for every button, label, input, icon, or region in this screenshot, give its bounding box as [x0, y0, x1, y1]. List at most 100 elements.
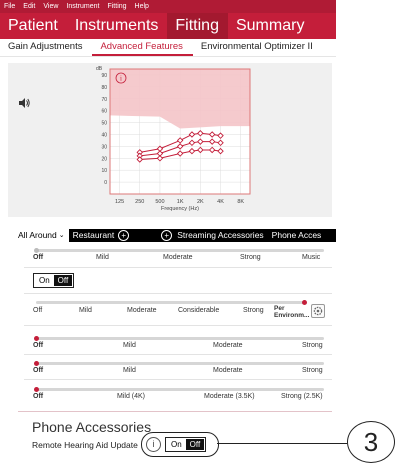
menu-bar: File Edit View Instrument Fitting Help	[0, 0, 336, 13]
slider-4-label-strong: Strong	[302, 367, 323, 374]
y-tick-label: 90	[101, 73, 107, 79]
program-tab-restaurant-label: Restaurant	[72, 230, 115, 240]
feature-toggle-off[interactable]: Off	[53, 275, 73, 286]
x-tick-label: 250	[135, 199, 144, 205]
menu-edit[interactable]: Edit	[19, 0, 39, 13]
menu-fitting[interactable]: Fitting	[103, 0, 130, 13]
slider-1-knob[interactable]	[34, 248, 39, 253]
slider-5-label-moderate: Moderate (3.5K)	[204, 393, 255, 400]
slider-2-track[interactable]	[36, 301, 304, 304]
program-tab-streaming[interactable]: + Streaming Accessories	[157, 229, 267, 242]
y-tick-label: 50	[101, 121, 107, 127]
slider-4-label-mild: Mild	[123, 367, 136, 374]
divider	[24, 293, 332, 294]
tab-patient[interactable]: Patient	[0, 13, 67, 39]
y-tick-label: 30	[101, 144, 107, 150]
tab-instruments[interactable]: Instruments	[67, 13, 168, 39]
slider-2-label-moderate: Moderate	[127, 307, 157, 314]
y-tick-label: 40	[101, 132, 107, 138]
program-tab-all-around-label: All Around	[18, 230, 57, 240]
x-axis-label: Frequency (Hz)	[161, 206, 199, 212]
slider-3-label-moderate: Moderate	[213, 342, 243, 349]
program-tab-all-around[interactable]: All Around ⌄	[14, 229, 69, 242]
slider-3-label-mild: Mild	[123, 342, 136, 349]
chart-info-glyph: i	[120, 75, 122, 83]
y-tick-label: 60	[101, 109, 107, 115]
program-tabs: All Around ⌄ Restaurant + + Streaming Ac…	[14, 229, 336, 242]
speaker-icon[interactable]	[18, 97, 30, 109]
subtab-environmental-optimizer[interactable]: Environmental Optimizer II	[193, 39, 323, 56]
y-tick-label: 10	[101, 168, 107, 174]
slider-4-label-moderate: Moderate	[213, 367, 243, 374]
add-program-icon[interactable]: +	[118, 230, 130, 241]
feature-toggle-on[interactable]: On	[35, 275, 54, 286]
slider-2-label-considerable: Considerable	[178, 307, 220, 314]
feature-toggle[interactable]: On Off	[33, 273, 75, 288]
sub-tabs: Gain Adjustments Advanced Features Envir…	[0, 39, 336, 57]
menu-instrument[interactable]: Instrument	[62, 0, 103, 13]
x-tick-label: 500	[155, 199, 164, 205]
slider-3-label-off: Off	[33, 342, 44, 349]
subtab-gain-adjustments[interactable]: Gain Adjustments	[0, 39, 92, 56]
program-tab-phone[interactable]: Phone Acces	[268, 229, 326, 242]
y-axis-label: dB	[96, 66, 103, 72]
slider-3-label-strong: Strong	[302, 342, 323, 349]
subtab-advanced-features[interactable]: Advanced Features	[92, 39, 193, 56]
program-tab-phone-label: Phone Acces	[271, 230, 322, 240]
add-streaming-icon[interactable]: +	[161, 230, 173, 241]
slider-5-track[interactable]	[36, 388, 324, 391]
slider-5-knob[interactable]	[34, 387, 39, 392]
callout-line	[217, 443, 347, 444]
phone-accessories-separator	[18, 411, 332, 412]
info-icon[interactable]: i	[146, 437, 161, 452]
slider-1-label-off: Off	[33, 254, 44, 261]
slider-1-label-strong: Strong	[240, 254, 261, 261]
slider-1-label-moderate: Moderate	[163, 254, 193, 261]
y-tick-label: 0	[104, 180, 107, 186]
slider-5-label-strong: Strong (2.5K)	[281, 393, 323, 400]
slider-4-label-off: Off	[33, 367, 44, 374]
phone-accessories-title: Phone Accessories	[32, 419, 152, 435]
remote-update-toggle-off[interactable]: Off	[185, 439, 205, 450]
remote-update-toggle-on[interactable]: On	[167, 439, 186, 450]
x-axis-ticks: 125 250 500 1K 2K 4K 8K	[115, 199, 244, 205]
x-tick-label: 2K	[197, 199, 204, 205]
slider-5-label-mild: Mild (4K)	[117, 393, 146, 400]
slider-1-label-mild: Mild	[96, 254, 109, 261]
chevron-down-icon[interactable]: ⌄	[59, 229, 65, 242]
slider-4-knob[interactable]	[34, 361, 39, 366]
y-tick-label: 80	[101, 85, 107, 91]
x-tick-label: 4K	[217, 199, 224, 205]
program-tab-restaurant[interactable]: Restaurant +	[69, 229, 134, 242]
slider-4-track[interactable]	[36, 362, 324, 365]
tab-summary[interactable]: Summary	[228, 13, 313, 39]
slider-2-label-per-environment: Per Environm...	[274, 305, 310, 319]
remote-update-label: Remote Hearing Aid Update	[32, 440, 138, 450]
slider-5-label-off: Off	[33, 393, 44, 400]
slider-3-knob[interactable]	[34, 336, 39, 341]
x-tick-label: 1K	[177, 199, 184, 205]
app-window: File Edit View Instrument Fitting Help P…	[0, 0, 336, 464]
slider-1-label-music: Music	[302, 254, 321, 261]
program-tab-streaming-label: Streaming Accessories	[177, 230, 264, 240]
y-axis-ticks: 90 80 70 60 50 40 30 20 10 0	[101, 73, 107, 186]
callout-number: 3	[347, 421, 395, 463]
divider	[24, 325, 332, 326]
slider-1-track[interactable]	[36, 249, 324, 252]
gear-icon[interactable]	[311, 304, 325, 318]
gain-chart: 90 80 70 60 50 40 30 20 10 0 125 250 500 1K 2K 4K 8K Fr…	[96, 66, 251, 212]
menu-view[interactable]: View	[39, 0, 62, 13]
divider	[24, 267, 332, 268]
tab-fitting[interactable]: Fitting	[167, 13, 228, 39]
menu-help[interactable]: Help	[131, 0, 153, 13]
slider-2-label-mild: Mild	[79, 307, 92, 314]
remote-update-toggle[interactable]: On Off	[165, 437, 207, 452]
x-tick-label: 125	[115, 199, 124, 205]
y-tick-label: 70	[101, 97, 107, 103]
slider-3-track[interactable]	[36, 337, 324, 340]
x-tick-label: 8K	[237, 199, 244, 205]
slider-2-label-off: Off	[33, 307, 43, 314]
y-tick-label: 20	[101, 156, 107, 162]
menu-file[interactable]: File	[0, 0, 19, 13]
main-tabs: Patient Instruments Fitting Summary	[0, 13, 336, 39]
